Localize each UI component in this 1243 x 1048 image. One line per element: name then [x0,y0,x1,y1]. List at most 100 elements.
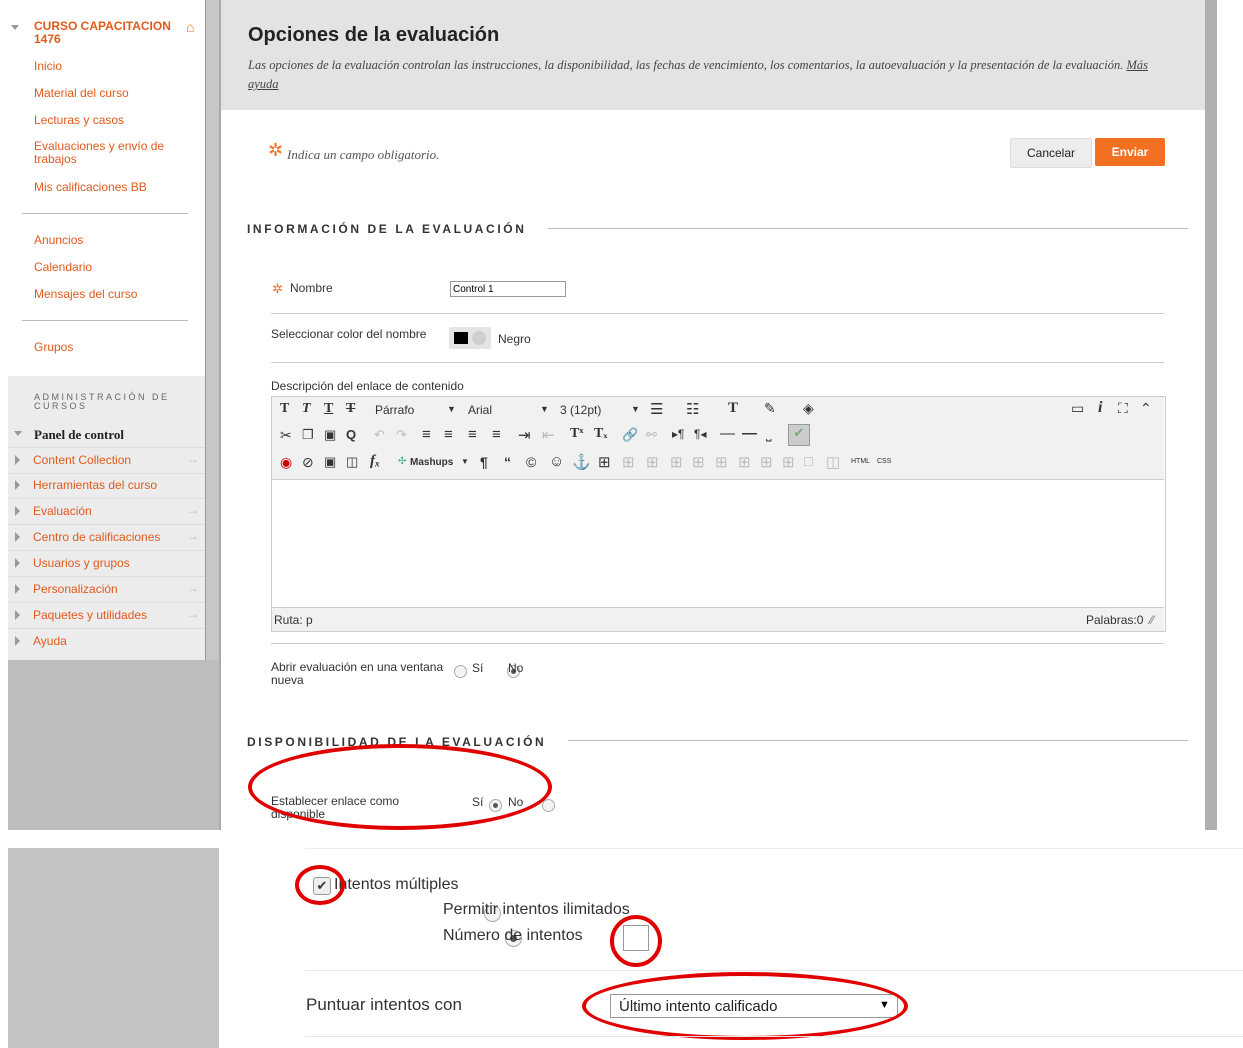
admin-item-content-collection[interactable]: Content Collection → [8,447,205,474]
align-center-icon[interactable]: ≡ [444,426,453,443]
collapse-arrow-icon[interactable] [14,431,22,436]
sidebar-item-material[interactable]: Material del curso [34,86,129,100]
cancel-button[interactable]: Cancelar [1010,138,1092,168]
admin-item-paquetes[interactable]: Paquetes y utilidades → [8,603,205,629]
attach-icon[interactable]: ⊘ [302,454,314,471]
emoticon-icon[interactable]: ☺ [549,453,564,470]
admin-item-ayuda[interactable]: Ayuda [8,629,205,654]
split-cell-icon[interactable]: ⊞ [782,453,795,471]
paste-icon[interactable]: ▣ [324,427,336,443]
chevron-down-icon[interactable]: ▼ [461,457,469,466]
admin-item-evaluacion[interactable]: Evaluación → [8,499,205,525]
css-button[interactable]: CSS [877,458,891,465]
mashups-icon[interactable]: ✣ [398,456,406,467]
horizontal-rule-icon[interactable]: — [720,425,735,442]
bullet-list-icon[interactable]: ☰ [650,400,663,418]
sidebar-item-anuncios[interactable]: Anuncios [34,233,83,247]
sidebar-item-lecturas[interactable]: Lecturas y casos [34,113,124,127]
cell-props-icon[interactable]: ⊞ [670,453,683,471]
insert-col-icon[interactable]: ⊞ [738,453,751,471]
media-icon[interactable]: ◫ [346,454,358,470]
home-icon[interactable]: ⌂ [186,19,194,35]
sidebar-scroll-strip[interactable] [205,0,220,660]
right-arrow-icon: → [187,607,199,621]
table-props-icon[interactable]: ⊞ [622,453,635,471]
insert-row-icon[interactable]: ⊞ [692,453,705,471]
align-left-icon[interactable]: ≡ [422,426,431,443]
sidebar-item-grupos[interactable]: Grupos [34,340,73,354]
html-button[interactable]: HTML [851,458,870,465]
superscript-icon[interactable]: Tˣ [570,426,583,442]
collapse-arrow-icon[interactable] [11,25,19,30]
record-icon[interactable]: ◉ [280,454,292,471]
table-icon[interactable]: ⊞ [598,453,611,471]
submit-button[interactable]: Enviar [1095,138,1165,166]
redo-icon[interactable]: ↷ [396,427,407,443]
collapse-toolbar-icon[interactable]: ⌃ [1140,400,1152,417]
image-icon[interactable]: ▣ [324,454,336,470]
annotation-ellipse [248,744,552,830]
bold-icon[interactable]: T [280,401,289,417]
sidebar-item-evaluaciones[interactable]: Evaluaciones y envío de trabajos [34,140,174,166]
copy-icon[interactable]: ❐ [302,427,314,443]
sidebar-item-calendario[interactable]: Calendario [34,260,92,274]
color-picker[interactable] [449,327,491,349]
sidebar-item-calificaciones[interactable]: Mis calificaciones BB [34,180,147,194]
name-input[interactable] [450,281,566,297]
blockquote-icon[interactable]: “ [504,454,511,470]
panel-de-control-label[interactable]: Panel de control [34,427,124,443]
highlight-icon[interactable]: ✎ [764,400,776,417]
italic-icon[interactable]: T [302,401,311,417]
strikethrough-icon[interactable]: T [346,401,355,417]
merge-cell-icon[interactable]: □ [804,453,813,470]
sidebar-item-mensajes[interactable]: Mensajes del curso [34,287,137,301]
delete-row-icon[interactable]: ⊞ [715,453,728,471]
resize-handle-icon[interactable]: ⁄⁄ [1150,613,1154,627]
sidebar-item-inicio[interactable]: Inicio [34,59,62,73]
admin-item-centro-calificaciones[interactable]: Centro de calificaciones → [8,525,205,551]
eraser-icon[interactable]: ◈ [803,400,814,417]
pilcrow-icon[interactable]: ¶ [480,454,488,470]
admin-item-herramientas[interactable]: Herramientas del curso [8,473,205,499]
link-icon[interactable]: 🔗 [622,427,638,443]
fullscreen-icon[interactable]: ⛶ [1118,400,1128,417]
format-select[interactable]: Párrafo [375,403,414,417]
indent-icon[interactable]: ⇥ [518,426,531,444]
find-icon[interactable]: Q [346,427,356,442]
available-no-radio[interactable] [542,799,556,813]
chevron-down-icon[interactable]: ▼ [631,404,640,414]
chevron-down-icon[interactable]: ▼ [540,404,549,414]
scrollbar[interactable] [1205,0,1217,830]
undo-icon[interactable]: ↶ [374,427,385,443]
numbered-list-icon[interactable]: ☷ [686,400,699,418]
text-color-icon[interactable]: T [728,400,738,417]
align-right-icon[interactable]: ≡ [468,426,477,443]
nonbreaking-space-icon[interactable]: ⎵ [766,425,772,442]
size-select[interactable]: 3 (12pt) [560,403,601,417]
justify-icon[interactable]: ≡ [492,426,501,443]
cut-icon[interactable]: ✂ [280,427,292,444]
ltr-icon[interactable]: ▸¶ [672,427,684,441]
anchor-icon[interactable]: ⚓ [572,453,591,471]
underline-icon[interactable]: T [324,401,333,417]
cell-split-icon[interactable]: ◫ [826,453,840,471]
new-window-yes-radio[interactable] [454,665,467,679]
chevron-down-icon[interactable]: ▼ [447,404,456,414]
unlink-icon[interactable]: ⚯ [646,427,657,443]
thick-rule-icon[interactable]: — [742,425,757,442]
delete-col-icon[interactable]: ⊞ [760,453,773,471]
admin-item-personalizacion[interactable]: Personalización → [8,577,205,603]
row-props-icon[interactable]: ⊞ [646,453,659,471]
preview-icon[interactable]: ▭ [1071,400,1084,417]
outdent-icon[interactable]: ⇤ [542,426,555,444]
copyright-icon[interactable]: © [526,454,536,470]
mashups-menu[interactable]: Mashups [410,457,453,468]
subscript-icon[interactable]: Tₓ [594,426,607,442]
course-title[interactable]: CURSO CAPACITACION 1476 [34,20,174,46]
math-icon[interactable]: fₓ [370,453,380,470]
info-icon[interactable]: i [1098,399,1102,417]
rtl-icon[interactable]: ¶◂ [694,427,706,441]
font-select[interactable]: Arial [468,403,492,417]
spellcheck-icon[interactable]: ✔ [788,424,810,446]
admin-item-usuarios[interactable]: Usuarios y grupos [8,551,205,577]
